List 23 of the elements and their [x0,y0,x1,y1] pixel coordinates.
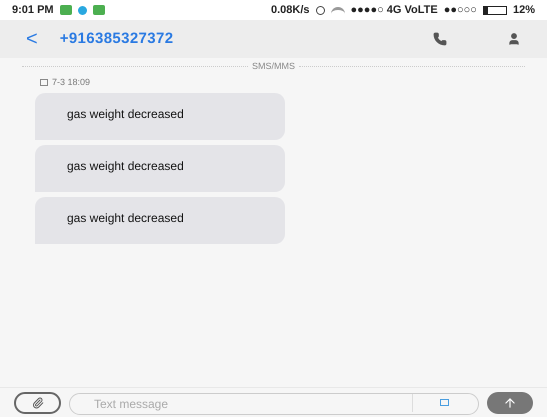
battery-icon [482,6,507,14]
message-field[interactable]: Text message [69,392,479,414]
status-time: 9:01 PM [12,2,54,18]
message-time: 7-3 18:09 [52,76,90,88]
phone-icon[interactable] [433,32,447,46]
notification-icon [78,6,87,14]
wifi-icon [330,6,345,14]
attach-button[interactable] [14,392,61,414]
notification-icon [60,5,72,15]
message-bubble: gas weight decreased [35,197,285,244]
message-bubble: gas weight decreased [35,145,285,192]
send-button[interactable] [487,392,533,414]
contact-number: +916385327372 [60,28,174,49]
battery-level: 12% [512,2,535,18]
message-bubble: gas weight decreased [35,93,285,140]
back-button[interactable]: < [26,24,38,54]
network-status: ●●●●○ 4G VoLTE [350,2,438,18]
paperclip-icon [32,396,44,408]
network-speed: 0.08K/s [270,2,310,18]
section-label: SMS/MMS [251,60,296,73]
contact-icon[interactable] [507,32,521,46]
signal-status: ●●○○○ [444,2,477,18]
notification-icon [92,5,105,15]
